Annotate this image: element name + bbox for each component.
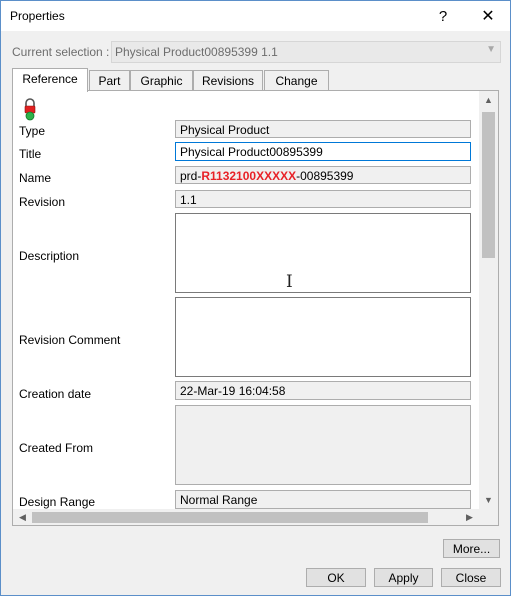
created-from-field [175, 405, 471, 485]
tab-change[interactable]: Change [264, 70, 329, 91]
properties-dialog: Properties ? ✕ Current selection : Physi… [0, 0, 511, 596]
lock-status-icon [24, 98, 36, 121]
created-from-label: Created From [19, 441, 94, 455]
creation-date-field: 22-Mar-19 16:04:58 [175, 381, 471, 400]
horizontal-scroll-thumb[interactable] [32, 512, 428, 523]
window-title: Properties [10, 9, 65, 23]
current-selection-value: Physical Product00895399 1.1 [115, 45, 278, 59]
ok-button[interactable]: OK [306, 568, 366, 587]
scroll-up-icon[interactable]: ▲ [479, 91, 498, 109]
title-input[interactable]: Physical Product00895399 [175, 142, 471, 161]
tab-reference[interactable]: Reference [12, 68, 88, 92]
name-suffix: -00895399 [296, 169, 354, 183]
description-textarea[interactable] [175, 213, 471, 293]
name-prefix: prd- [180, 169, 202, 183]
tab-part[interactable]: Part [89, 70, 130, 91]
scrollbar-corner [479, 509, 498, 525]
design-range-label: Design Range [19, 495, 96, 509]
title-bar: Properties ? ✕ [1, 1, 510, 31]
tab-revisions[interactable]: Revisions [193, 70, 263, 91]
current-selection-combo[interactable]: Physical Product00895399 1.1 ▼ [111, 41, 501, 63]
description-label: Description [19, 249, 80, 263]
apply-button[interactable]: Apply [374, 568, 433, 587]
revision-comment-textarea[interactable] [175, 297, 471, 377]
close-button[interactable]: Close [441, 568, 501, 587]
scroll-right-icon[interactable]: ▶ [460, 509, 479, 525]
help-button[interactable]: ? [426, 1, 460, 31]
name-highlight: R1132100XXXXX [201, 169, 297, 183]
more-button[interactable]: More... [443, 539, 500, 558]
vertical-scroll-thumb[interactable] [482, 112, 495, 258]
current-selection-label: Current selection : [12, 45, 110, 59]
name-label: Name [19, 171, 52, 185]
revision-field: 1.1 [175, 190, 471, 208]
text-cursor-icon: I [286, 272, 293, 292]
design-range-field: Normal Range [175, 490, 471, 509]
creation-date-label: Creation date [19, 387, 92, 401]
chevron-down-icon: ▼ [486, 44, 496, 55]
name-field: prd-R1132100XXXXX-00895399 [175, 166, 471, 184]
revision-label: Revision [19, 195, 66, 209]
close-window-button[interactable]: ✕ [471, 1, 505, 31]
title-label: Title [19, 147, 42, 161]
revision-comment-label: Revision Comment [19, 333, 121, 347]
type-field: Physical Product [175, 120, 471, 138]
horizontal-scrollbar[interactable]: ◀ ▶ [13, 509, 479, 525]
vertical-scrollbar[interactable]: ▲ ▼ [479, 91, 498, 509]
type-label: Type [19, 124, 46, 138]
scroll-down-icon[interactable]: ▼ [479, 491, 498, 509]
scroll-left-icon[interactable]: ◀ [13, 509, 32, 525]
reference-panel: Type Physical Product Title Physical Pro… [12, 90, 499, 526]
tab-graphic[interactable]: Graphic [130, 70, 193, 91]
